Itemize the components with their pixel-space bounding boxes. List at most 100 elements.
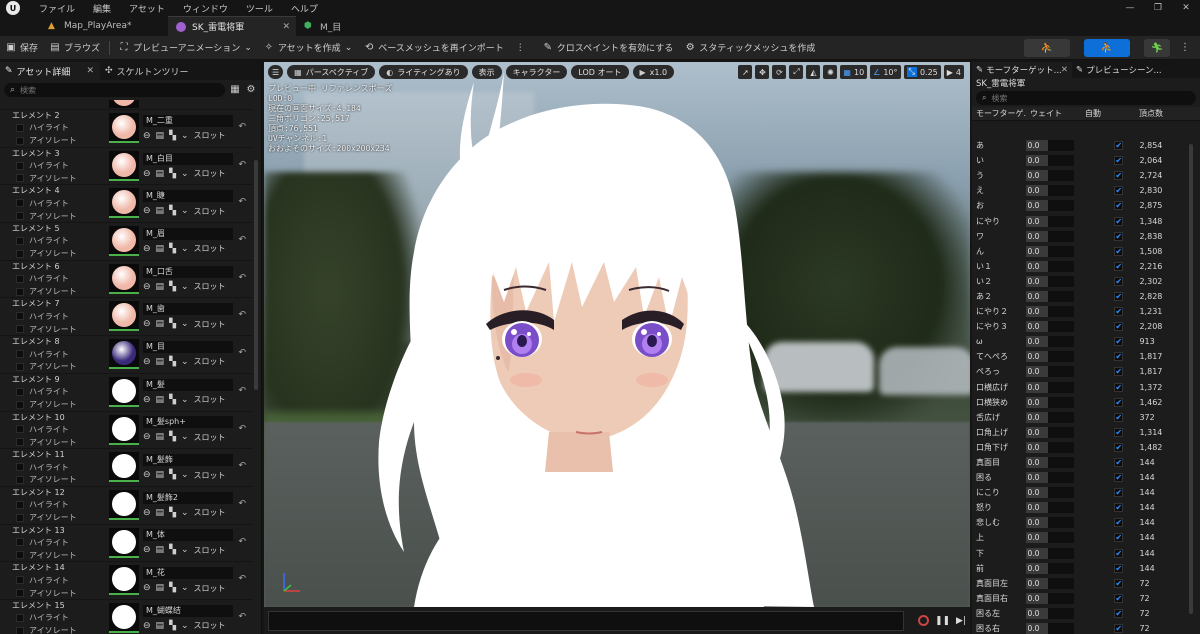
close-window-icon[interactable]: ✕: [1172, 0, 1200, 16]
table-row[interactable]: え 0.0 ✔ 2,830: [972, 183, 1188, 198]
checker-icon[interactable]: ▚: [169, 583, 176, 593]
material-name-field[interactable]: M_花: [143, 567, 233, 580]
chevron-down-icon[interactable]: ⌄: [181, 432, 189, 442]
auto-checkbox[interactable]: ✔: [1114, 518, 1124, 528]
table-row[interactable]: 下 0.0 ✔ 144: [972, 546, 1188, 561]
material-name-field[interactable]: M_睫: [143, 190, 233, 203]
weight-value[interactable]: 0.0: [1025, 366, 1048, 378]
mesh-mode-button[interactable]: ⛹: [1084, 39, 1130, 57]
perspective-button[interactable]: ▦ パースペクティブ: [287, 65, 376, 79]
menu-file[interactable]: ファイル: [30, 2, 84, 15]
weight-slider[interactable]: 0.0: [1025, 245, 1074, 257]
tab-morph-target[interactable]: ✎ モーフターゲット... ✕: [972, 62, 1072, 78]
material-thumbnail[interactable]: [109, 527, 139, 558]
highlight-checkbox[interactable]: [16, 199, 24, 208]
auto-checkbox[interactable]: ✔: [1114, 186, 1124, 196]
auto-checkbox[interactable]: ✔: [1114, 503, 1124, 513]
highlight-checkbox[interactable]: [16, 161, 24, 170]
auto-checkbox[interactable]: ✔: [1114, 397, 1124, 407]
skeleton-mode-button[interactable]: ⛹: [1024, 39, 1070, 57]
surface-snap-icon[interactable]: ✺: [823, 65, 838, 79]
chevron-down-icon[interactable]: ⌄: [181, 395, 189, 405]
reset-icon[interactable]: ↶: [238, 273, 246, 283]
weight-value[interactable]: 0.0: [1025, 472, 1048, 484]
tab-map-playarea[interactable]: ▲ Map_PlayArea*: [40, 16, 168, 36]
mode-more-icon[interactable]: ⋮: [1180, 42, 1190, 53]
weight-value[interactable]: 0.0: [1025, 426, 1048, 438]
checker-icon[interactable]: ▚: [169, 395, 176, 405]
weight-value[interactable]: 0.0: [1025, 185, 1048, 197]
weight-value[interactable]: 0.0: [1025, 562, 1048, 574]
isolate-checkbox[interactable]: [16, 362, 24, 371]
table-row[interactable]: 真面目左 0.0 ✔ 72: [972, 576, 1188, 591]
table-row[interactable]: い２ 0.0 ✔ 2,302: [972, 274, 1188, 289]
weight-slider[interactable]: 0.0: [1025, 336, 1074, 348]
menu-help[interactable]: ヘルプ: [282, 2, 327, 15]
table-row[interactable]: 口横広げ 0.0 ✔ 1,372: [972, 380, 1188, 395]
table-row[interactable]: い 0.0 ✔ 2,064: [972, 153, 1188, 168]
checker-icon[interactable]: ▚: [169, 432, 176, 442]
auto-checkbox[interactable]: ✔: [1114, 141, 1124, 151]
auto-checkbox[interactable]: ✔: [1114, 488, 1124, 498]
table-row[interactable]: 怒り 0.0 ✔ 144: [972, 500, 1188, 515]
reset-icon[interactable]: ↶: [238, 386, 246, 396]
weight-value[interactable]: 0.0: [1025, 396, 1048, 408]
chevron-down-icon[interactable]: ⌄: [181, 508, 189, 518]
reset-icon[interactable]: ↶: [238, 310, 246, 320]
browse-asset-icon[interactable]: ▤: [156, 319, 165, 329]
use-selected-icon[interactable]: ⊖: [143, 319, 151, 329]
weight-slider[interactable]: 0.0: [1025, 607, 1074, 619]
table-row[interactable]: にやり３ 0.0 ✔ 2,208: [972, 319, 1188, 334]
animation-mode-button[interactable]: 🏃︎: [1144, 39, 1170, 57]
weight-slider[interactable]: 0.0: [1025, 321, 1074, 333]
weight-value[interactable]: 0.0: [1025, 290, 1048, 302]
table-row[interactable]: ワ 0.0 ✔ 2,838: [972, 229, 1188, 244]
reset-icon[interactable]: ↶: [238, 197, 246, 207]
table-row[interactable]: あ２ 0.0 ✔ 2,828: [972, 289, 1188, 304]
weight-slider[interactable]: 0.0: [1025, 502, 1074, 514]
browse-asset-icon[interactable]: ▤: [156, 545, 165, 555]
weight-value[interactable]: 0.0: [1025, 532, 1048, 544]
unreal-logo-icon[interactable]: U: [6, 1, 20, 15]
minimize-icon[interactable]: —: [1116, 0, 1144, 16]
table-row[interactable]: 真面目右 0.0 ✔ 72: [972, 591, 1188, 606]
auto-checkbox[interactable]: ✔: [1114, 382, 1124, 392]
use-selected-icon[interactable]: ⊖: [143, 357, 151, 367]
record-icon[interactable]: [918, 615, 929, 626]
isolate-checkbox[interactable]: [16, 551, 24, 560]
highlight-checkbox[interactable]: [16, 463, 24, 472]
weight-slider[interactable]: 0.0: [1025, 577, 1074, 589]
highlight-checkbox[interactable]: [16, 387, 24, 396]
grid-snap-button[interactable]: ▦ 10: [840, 65, 868, 79]
auto-checkbox[interactable]: ✔: [1114, 171, 1124, 181]
move-icon[interactable]: ✥: [755, 65, 770, 79]
material-name-field[interactable]: M_髪: [143, 378, 233, 391]
browse-asset-icon[interactable]: ▤: [156, 131, 165, 141]
scrollbar-thumb[interactable]: [1189, 144, 1193, 614]
isolate-checkbox[interactable]: [16, 513, 24, 522]
table-row[interactable]: 口横狭め 0.0 ✔ 1,462: [972, 395, 1188, 410]
reset-icon[interactable]: ↶: [238, 160, 246, 170]
preview-animation-button[interactable]: ⛶ プレビューアニメーション ⌄: [113, 38, 258, 58]
weight-slider[interactable]: 0.0: [1025, 290, 1074, 302]
tab-material-eye[interactable]: ⬢ M_目: [296, 16, 424, 36]
step-forward-icon[interactable]: ▶|: [956, 616, 966, 626]
table-row[interactable]: あ 0.0 ✔ 2,854: [972, 138, 1188, 153]
angle-snap-button[interactable]: ∠ 10°: [870, 65, 901, 79]
browse-asset-icon[interactable]: ▤: [156, 395, 165, 405]
table-row[interactable]: 悲しむ 0.0 ✔ 144: [972, 515, 1188, 530]
highlight-checkbox[interactable]: [16, 500, 24, 509]
highlight-checkbox[interactable]: [16, 425, 24, 434]
chevron-down-icon[interactable]: ⌄: [181, 621, 189, 631]
checker-icon[interactable]: ▚: [169, 508, 176, 518]
auto-checkbox[interactable]: ✔: [1114, 337, 1124, 347]
auto-checkbox[interactable]: ✔: [1114, 473, 1124, 483]
auto-checkbox[interactable]: ✔: [1114, 578, 1124, 588]
checker-icon[interactable]: ▚: [169, 470, 176, 480]
browse-asset-icon[interactable]: ▤: [156, 432, 165, 442]
auto-checkbox[interactable]: ✔: [1114, 548, 1124, 558]
material-thumbnail[interactable]: [109, 263, 139, 294]
auto-checkbox[interactable]: ✔: [1114, 442, 1124, 452]
scrollbar-thumb[interactable]: [254, 160, 258, 390]
auto-checkbox[interactable]: ✔: [1114, 291, 1124, 301]
